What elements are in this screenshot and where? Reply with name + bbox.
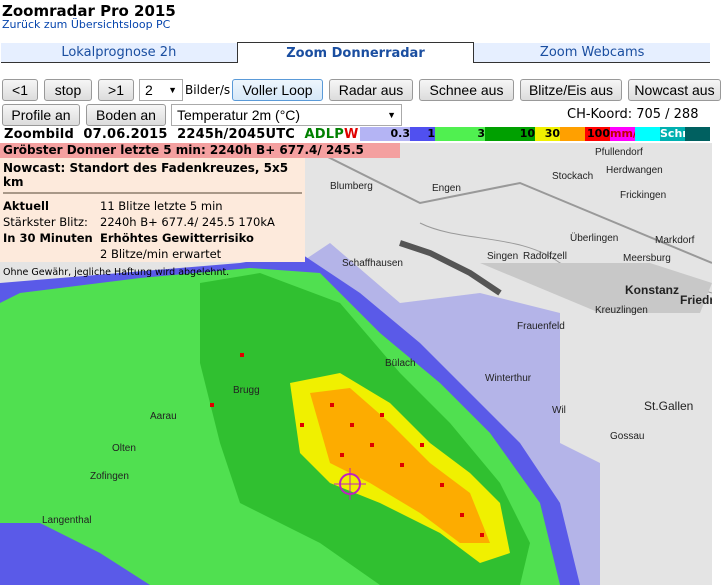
nowcast-row: Aktuell 11 Blitze letzte 5 min [3,198,302,214]
speed-unit-label: Bilder/s [185,83,231,97]
legend-swatch [685,127,710,141]
town-label: Stockach [552,171,594,182]
legend-swatch [635,127,660,141]
legend-swatch: 0.3 [385,127,410,141]
timestamp-text: Zoombild 07.06.2015 2245h/2045UTC [4,127,296,142]
town-label: Singen [487,251,519,262]
town-label: Radolfzell [523,251,567,262]
row-value: Erhöhtes Gewitterrisiko [100,231,254,245]
town-label: Herdwangen [606,165,663,176]
legend-swatch [560,127,585,141]
row-value: 11 Blitze letzte 5 min [100,199,223,213]
legend-swatch: 100 [585,127,610,141]
legend-swatch [485,127,510,141]
legend-swatch: 30 [535,127,560,141]
town-label: Friedr [680,293,712,307]
ground-on-button[interactable]: Boden an [86,104,166,126]
layer-select[interactable]: Temperatur 2m (°C) ▼ [171,104,402,126]
town-label: Frickingen [620,190,667,201]
town-label: Pfullendorf [595,147,643,158]
legend-swatch: 3 [460,127,485,141]
legend-swatch: 1 [410,127,435,141]
town-label: Zofingen [90,471,129,482]
tab-lokalprognose[interactable]: Lokalprognose 2h [1,43,237,63]
source-w-label: W [343,127,359,142]
speed-value: 2 [145,82,153,98]
legend-swatch: 10 [510,127,535,141]
town-label: Langenthal [42,515,92,526]
row-value: 2 Blitze/min erwartet [100,247,222,261]
speed-select[interactable]: 2 ▼ [139,79,183,101]
legend-swatch: mm/h [610,127,645,141]
legend-swatch [435,127,460,141]
row-key: Stärkster Blitz: [3,215,88,229]
town-label: Winterthur [485,373,532,384]
legend-swatch [360,127,385,141]
town-label: Bülach [385,358,416,369]
tab-zoom-webcams[interactable]: Zoom Webcams [474,43,711,63]
town-label: Kreuzlingen [595,305,648,316]
town-label: Schaffhausen [342,258,403,269]
disclaimer: Ohne Gewähr, jegliche Haftung wird abgel… [3,267,230,278]
town-label: Olten [112,443,136,454]
prev-frame-button[interactable]: <1 [2,79,38,101]
stop-button[interactable]: stop [44,79,92,101]
town-label: Konstanz [625,283,679,297]
full-loop-button[interactable]: Voller Loop [232,79,323,101]
legend-swatch: Schnee [660,127,706,141]
layer-value: Temperatur 2m (°C) [177,107,301,123]
chevron-down-icon: ▼ [168,85,177,95]
strongest-thunder-alert: Gröbster Donner letzte 5 min: 2240h B+ 6… [0,143,400,172]
lightning-off-button[interactable]: Blitze/Eis aus [520,79,622,101]
sources-label: ADLP [304,127,344,142]
nowcast-row: 2 Blitze/min erwartet [3,246,302,262]
chevron-down-icon: ▼ [387,110,396,120]
town-label: St.Gallen [644,399,694,413]
town-label: Wil [552,405,566,416]
nowcast-heading: Nowcast: Standort des Fadenkreuzes, 5x5 … [3,161,302,194]
next-frame-button[interactable]: >1 [98,79,134,101]
tab-bar: Lokalprognose 2h Zoom Donnerradar Zoom W… [1,42,711,63]
zoombild-timestamp: Zoombild 07.06.2015 2245h/2045UTC ADLPW [4,127,359,142]
town-label: Engen [432,183,461,194]
row-key [3,246,100,262]
town-label: Brugg [233,385,260,396]
snow-off-button[interactable]: Schnee aus [419,79,514,101]
back-link[interactable]: Zurück zum Übersichtsloop PC [2,18,170,31]
nowcast-panel: Nowcast: Standort des Fadenkreuzes, 5x5 … [0,158,305,278]
precip-legend: 0.3 1 3 10 30 100 mm/h Schnee [360,127,710,141]
town-label: Aarau [150,411,177,422]
town-label: Markdorf [655,235,695,246]
nowcast-off-button[interactable]: Nowcast aus [628,79,721,101]
town-label: Frauenfeld [517,321,565,332]
town-label: Meersburg [623,253,671,264]
town-label: Blumberg [330,181,373,192]
nowcast-row: Stärkster Blitz: 2240h B+ 677.4/ 245.5 17… [3,214,302,230]
ch-coordinates: CH-Koord: 705 / 288 [567,107,699,122]
nowcast-row: In 30 Minuten Erhöhtes Gewitterrisiko [3,230,302,246]
row-key: Aktuell [3,199,49,213]
profiles-on-button[interactable]: Profile an [2,104,80,126]
town-label: Überlingen [570,233,619,244]
row-key: In 30 Minuten [3,231,93,245]
tab-zoom-donnerradar[interactable]: Zoom Donnerradar [236,42,475,63]
radar-off-button[interactable]: Radar aus [329,79,413,101]
row-value: 2240h B+ 677.4/ 245.5 170kA [100,215,275,229]
town-label: Gossau [610,431,645,442]
